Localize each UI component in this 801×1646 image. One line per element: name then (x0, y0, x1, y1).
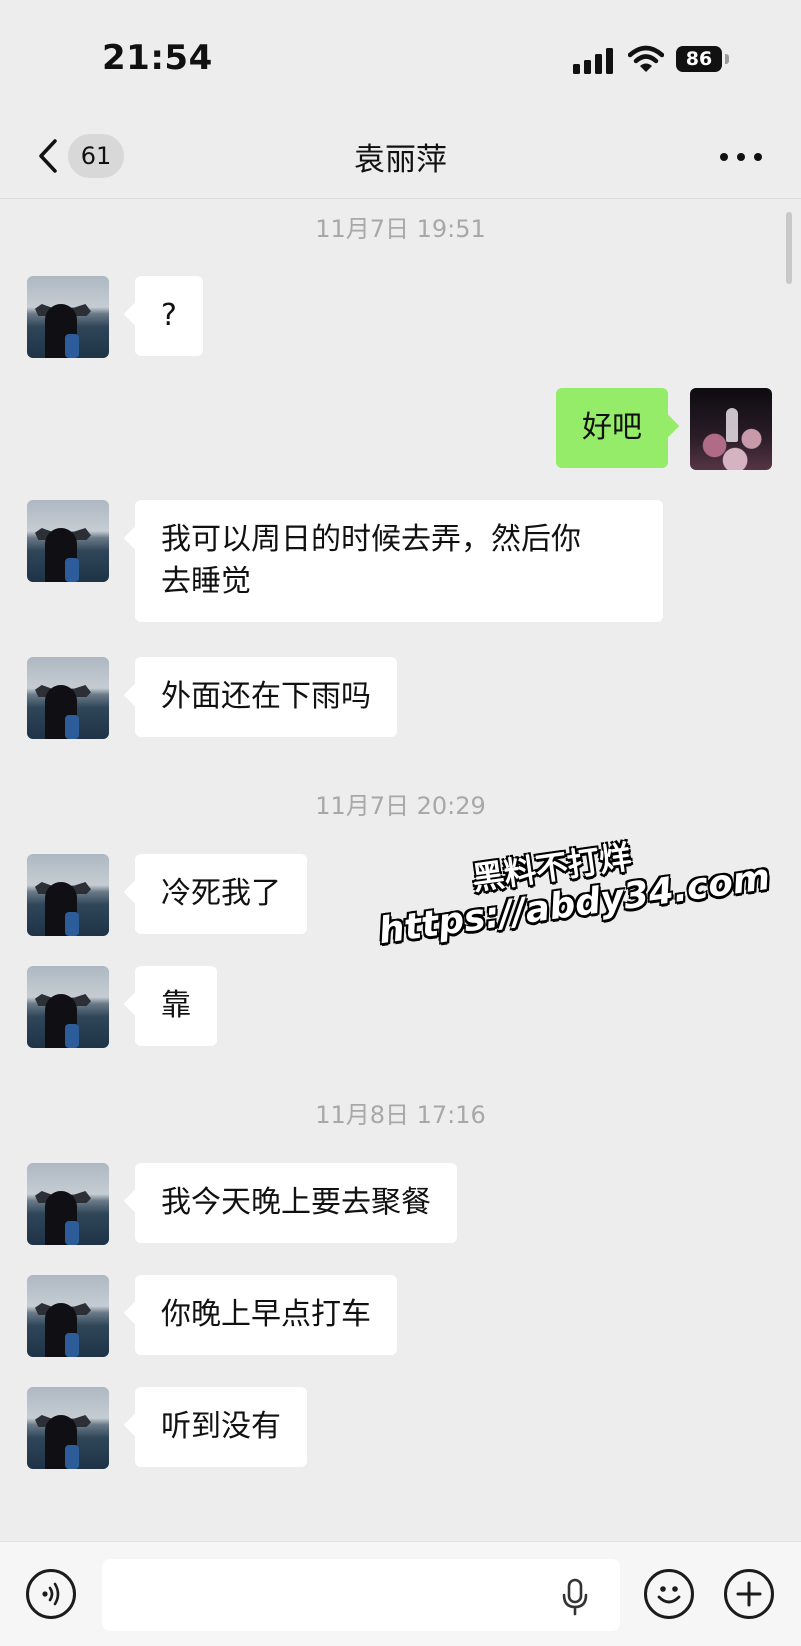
input-bar (0, 1541, 801, 1646)
battery-icon: 86 (676, 46, 732, 72)
message-bubble-incoming[interactable]: 外面还在下雨吗 (135, 657, 397, 737)
message-bubble-incoming[interactable]: 我可以周日的时候去弄，然后你 去睡觉 (135, 500, 663, 622)
timestamp: 11月7日 19:51 (315, 215, 486, 243)
message-text: 冷死我了 (161, 876, 281, 911)
contact-avatar[interactable] (27, 1387, 109, 1469)
chat-header: 61 袁丽萍 (0, 120, 801, 199)
message-text: 你晚上早点打车 (161, 1297, 371, 1332)
voice-toggle-icon (42, 1582, 60, 1606)
contact-avatar[interactable] (27, 657, 109, 739)
emoji-icon (657, 1586, 681, 1604)
message-bubble-incoming[interactable]: 你晚上早点打车 (135, 1275, 397, 1355)
message-input[interactable] (102, 1559, 620, 1631)
emoji-button[interactable] (644, 1569, 694, 1619)
wifi-icon (628, 45, 664, 72)
status-bar: 21:54 86 (0, 0, 801, 120)
more-icon (720, 153, 728, 161)
message-text: 外面还在下雨吗 (161, 679, 371, 714)
message-text: 好吧 (582, 410, 642, 445)
message-bubble-outgoing[interactable]: 好吧 (556, 388, 668, 468)
battery-level: 86 (676, 46, 722, 72)
more-button[interactable] (716, 138, 766, 174)
microphone-icon[interactable] (560, 1578, 590, 1616)
timestamp: 11月7日 20:29 (315, 792, 486, 820)
message-bubble-incoming[interactable]: 我今天晚上要去聚餐 (135, 1163, 457, 1243)
plus-button[interactable] (724, 1569, 774, 1619)
message-bubble-incoming[interactable]: 靠 (135, 966, 217, 1046)
message-text-line: 我可以周日的时候去弄，然后你 (161, 522, 581, 557)
contact-avatar[interactable] (27, 854, 109, 936)
message-text: 我今天晚上要去聚餐 (161, 1185, 431, 1220)
message-text: ? (161, 298, 177, 333)
contact-avatar[interactable] (27, 276, 109, 358)
message-bubble-incoming[interactable]: ? (135, 276, 203, 356)
contact-avatar[interactable] (27, 500, 109, 582)
message-bubble-incoming[interactable]: 冷死我了 (135, 854, 307, 934)
message-bubble-incoming[interactable]: 听到没有 (135, 1387, 307, 1467)
my-avatar[interactable] (690, 388, 772, 470)
plus-icon (736, 1581, 762, 1607)
contact-avatar[interactable] (27, 1163, 109, 1245)
more-icon-dot (737, 153, 745, 161)
status-time: 21:54 (102, 38, 213, 78)
cellular-signal-icon (573, 48, 613, 74)
message-text: 靠 (161, 988, 191, 1023)
contact-avatar[interactable] (27, 1275, 109, 1357)
voice-toggle-button[interactable] (26, 1569, 76, 1619)
contact-avatar[interactable] (27, 966, 109, 1048)
more-icon-dot (754, 153, 762, 161)
chat-title: 袁丽萍 (354, 142, 447, 178)
timestamp: 11月8日 17:16 (315, 1101, 486, 1129)
message-text-line: 去睡觉 (161, 564, 251, 599)
message-text: 听到没有 (161, 1409, 281, 1444)
battery-tip (725, 54, 729, 64)
